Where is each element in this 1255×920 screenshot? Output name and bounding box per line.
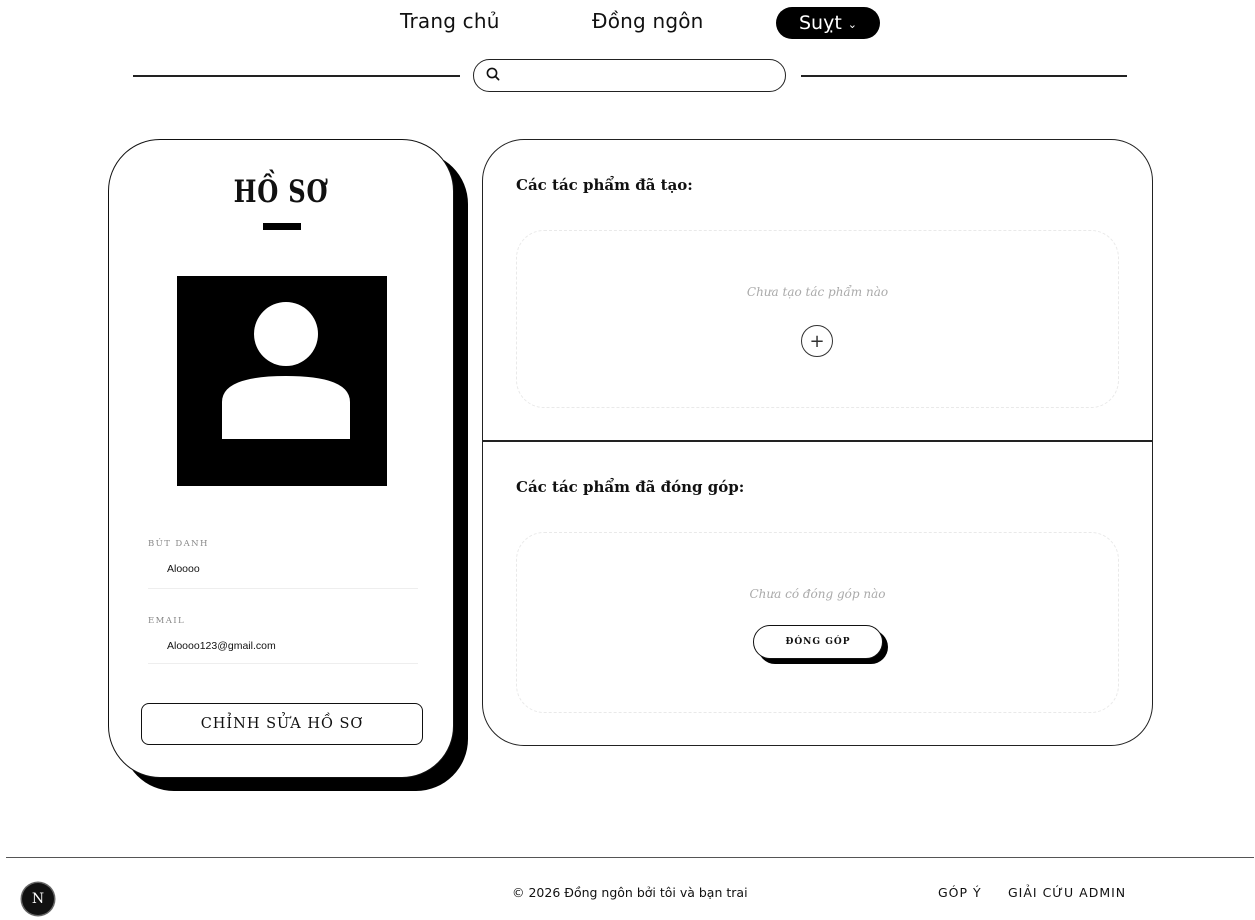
works-panel-divider (483, 440, 1152, 442)
chevron-down-icon: ⌄ (847, 18, 857, 31)
nav-dongngon-link[interactable]: Đồng ngôn (592, 9, 704, 33)
plus-icon: + (809, 330, 825, 352)
profile-title: HỒ SƠ (233, 174, 329, 210)
contribute-button-wrap: ĐÓNG GÓP (753, 625, 889, 665)
footer-divider (6, 857, 1254, 858)
search-divider-left (133, 75, 460, 77)
badge-letter: N (31, 891, 45, 907)
email-divider (148, 663, 418, 664)
feedback-link[interactable]: GÓP Ý (938, 885, 982, 900)
created-works-title: Các tác phẩm đã tạo: (516, 176, 693, 194)
pen-name-value: Aloooo (167, 563, 200, 575)
next-logo-icon[interactable]: N (22, 883, 54, 915)
works-panel: Các tác phẩm đã tạo: Chưa tạo tác phẩm n… (482, 139, 1153, 746)
user-menu-label: Suỵt (798, 12, 842, 34)
search-input[interactable] (508, 66, 785, 85)
email-label: EMAIL (148, 616, 186, 626)
search-divider-right (801, 75, 1127, 77)
contribute-button[interactable]: ĐÓNG GÓP (753, 625, 883, 659)
top-nav: Trang chủ Đồng ngôn Suỵt ⌄ (0, 0, 1255, 46)
avatar (177, 276, 387, 486)
copyright-text: © 2026 Đồng ngôn bởi tôi và bạn trai (512, 885, 748, 900)
rescue-admin-link[interactable]: GIẢI CỨU ADMIN (1008, 885, 1126, 900)
user-menu-button[interactable]: Suỵt ⌄ (776, 7, 880, 39)
created-works-empty-box: Chưa tạo tác phẩm nào + (516, 230, 1119, 408)
contributed-works-title: Các tác phẩm đã đóng góp: (516, 478, 745, 496)
search-icon (486, 66, 500, 85)
search-bar[interactable] (473, 59, 786, 92)
email-value: Aloooo123@gmail.com (167, 640, 276, 652)
edit-profile-button[interactable]: CHỈNH SỬA HỒ SƠ (141, 703, 423, 745)
add-work-button[interactable]: + (801, 325, 833, 357)
contributed-works-empty-box: Chưa có đóng góp nào ĐÓNG GÓP (516, 532, 1119, 713)
pen-name-divider (148, 588, 418, 589)
contributed-works-empty-text: Chưa có đóng góp nào (749, 587, 886, 601)
nav-home-link[interactable]: Trang chủ (400, 9, 500, 33)
profile-card: HỒ SƠ BÚT DANH Aloooo EMAIL Aloooo123@gm… (108, 139, 454, 778)
created-works-empty-text: Chưa tạo tác phẩm nào (746, 285, 889, 299)
title-underline-bar (263, 223, 301, 230)
user-silhouette-icon (222, 302, 350, 439)
pen-name-label: BÚT DANH (148, 539, 209, 549)
